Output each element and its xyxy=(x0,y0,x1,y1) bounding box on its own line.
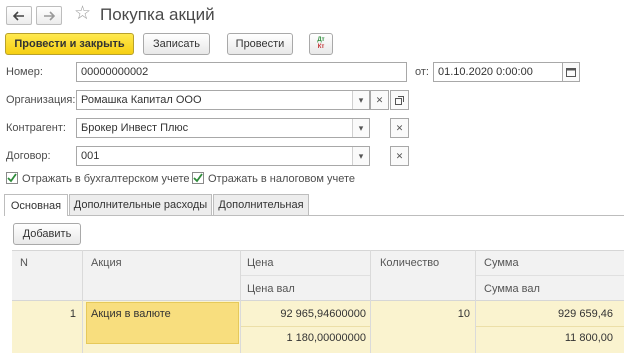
checkmark-icon xyxy=(7,173,17,183)
arrow-right-icon xyxy=(44,10,55,21)
column-header-price[interactable]: Цена xyxy=(247,256,273,270)
number-field[interactable]: 00000000002 xyxy=(76,62,407,82)
column-header-sum[interactable]: Сумма xyxy=(484,256,519,270)
tax-checkbox-label[interactable]: Отражать в налоговом учете xyxy=(208,172,355,186)
checkmark-icon xyxy=(193,173,203,183)
arrow-left-icon xyxy=(13,10,24,21)
col-divider xyxy=(82,250,83,353)
post-button[interactable]: Провести xyxy=(227,33,293,55)
row-subdivider-price xyxy=(240,326,370,327)
organization-label: Организация: xyxy=(6,94,76,106)
counterparty-clear-icon[interactable]: ✕ xyxy=(390,118,409,138)
add-button[interactable]: Добавить xyxy=(13,223,81,245)
tab-additional-expenses[interactable]: Дополнительные расходы xyxy=(69,194,212,215)
tab-active-cover xyxy=(5,215,67,216)
col-divider xyxy=(240,250,241,353)
cell-quantity: 10 xyxy=(457,308,470,320)
col-divider xyxy=(370,250,371,353)
counterparty-label: Контрагент: xyxy=(6,122,66,134)
column-header-price-currency[interactable]: Цена вал xyxy=(247,282,295,296)
organization-value: Ромашка Капитал ООО xyxy=(81,94,202,106)
cell-sum-currency: 11 800,00 xyxy=(564,332,613,344)
counterparty-dropdown-icon[interactable]: ▾ xyxy=(352,119,369,137)
counterparty-field[interactable]: Брокер Инвест Плюс ▾ xyxy=(76,118,370,138)
header-row-divider-sum xyxy=(475,275,624,276)
cell-price: 92 965,94600000 xyxy=(280,308,366,320)
accounting-checkbox-label[interactable]: Отражать в бухгалтерском учете xyxy=(22,172,190,186)
post-and-close-button[interactable]: Провести и закрыть xyxy=(5,33,134,55)
page-title: Покупка акций xyxy=(100,5,215,24)
organization-clear-icon[interactable]: ✕ xyxy=(370,90,389,110)
column-header-stock[interactable]: Акция xyxy=(91,256,122,270)
calendar-icon[interactable] xyxy=(562,63,579,81)
number-value: 00000000002 xyxy=(81,66,149,78)
tab-additional[interactable]: Дополнительная xyxy=(213,194,309,215)
forward-button[interactable] xyxy=(36,6,62,25)
contract-dropdown-icon[interactable]: ▾ xyxy=(352,147,369,165)
favorite-star-icon[interactable]: ☆ xyxy=(74,3,91,25)
column-header-sum-currency[interactable]: Сумма вал xyxy=(484,282,540,296)
write-button[interactable]: Записать xyxy=(143,33,210,55)
date-field[interactable]: 01.10.2020 0:00:00 xyxy=(433,62,580,82)
header-row-divider xyxy=(240,275,370,276)
contract-label: Договор: xyxy=(6,150,51,162)
cell-stock: Акция в валюте xyxy=(91,308,171,320)
dt-kt-button[interactable]: Дт Кт xyxy=(309,33,333,55)
tab-divider xyxy=(4,215,624,216)
tab-main[interactable]: Основная xyxy=(4,194,68,216)
row-subdivider-sum xyxy=(475,326,624,327)
cell-price-currency: 1 180,00000000 xyxy=(286,332,366,344)
column-header-n[interactable]: N xyxy=(20,256,28,270)
col-divider xyxy=(475,250,476,353)
accounting-checkbox[interactable] xyxy=(6,172,18,184)
contract-field[interactable]: 001 ▾ xyxy=(76,146,370,166)
counterparty-value: Брокер Инвест Плюс xyxy=(81,122,189,134)
organization-dropdown-icon[interactable]: ▾ xyxy=(352,91,369,109)
cell-sum: 929 659,46 xyxy=(557,308,613,320)
column-header-quantity[interactable]: Количество xyxy=(380,256,439,270)
organization-open-icon[interactable] xyxy=(390,90,409,110)
dt-kt-icon-bottom: Кт xyxy=(317,44,325,50)
date-label: от: xyxy=(415,66,429,78)
organization-field[interactable]: Ромашка Капитал ООО ▾ xyxy=(76,90,370,110)
contract-value: 001 xyxy=(81,150,100,162)
contract-clear-icon[interactable]: ✕ xyxy=(390,146,409,166)
back-button[interactable] xyxy=(6,6,32,25)
date-value: 01.10.2020 0:00:00 xyxy=(438,66,533,78)
cell-n: 1 xyxy=(69,308,76,320)
tax-checkbox[interactable] xyxy=(192,172,204,184)
number-label: Номер: xyxy=(6,66,43,78)
dt-kt-icon-top: Дт xyxy=(317,37,325,43)
